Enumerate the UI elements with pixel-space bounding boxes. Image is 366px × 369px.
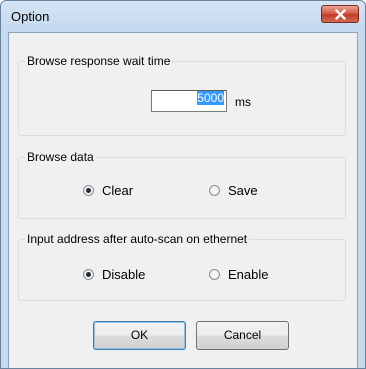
radio-disable-indicator xyxy=(83,269,94,280)
radio-clear-indicator xyxy=(83,185,94,196)
input-address-group: Input address after auto-scan on etherne… xyxy=(18,232,346,301)
radio-save-indicator xyxy=(209,185,220,196)
wait-time-input[interactable]: 5000 xyxy=(151,90,227,112)
radio-clear-label: Clear xyxy=(102,183,134,198)
close-icon xyxy=(335,9,346,20)
browse-response-label: Browse response wait time xyxy=(25,54,173,68)
window-title: Option xyxy=(11,9,50,24)
input-address-label: Input address after auto-scan on etherne… xyxy=(25,232,250,246)
title-bar[interactable]: Option xyxy=(1,1,365,33)
option-dialog: Option Browse response wait time 5000 ms… xyxy=(0,0,366,369)
browse-data-group: Browse data Clear Save xyxy=(18,150,346,219)
radio-enable-indicator xyxy=(209,269,220,280)
dialog-body: Browse response wait time 5000 ms Browse… xyxy=(8,32,358,368)
radio-enable-label: Enable xyxy=(228,267,269,282)
ok-button[interactable]: OK xyxy=(93,321,186,350)
wait-time-unit: ms xyxy=(235,95,251,109)
cancel-button[interactable]: Cancel xyxy=(196,321,289,350)
radio-save-label: Save xyxy=(228,183,258,198)
close-button[interactable] xyxy=(321,5,359,23)
wait-time-value: 5000 xyxy=(197,91,224,105)
radio-disable-label: Disable xyxy=(102,267,146,282)
browse-response-group: Browse response wait time 5000 ms xyxy=(18,54,346,136)
browse-data-label: Browse data xyxy=(25,150,96,164)
